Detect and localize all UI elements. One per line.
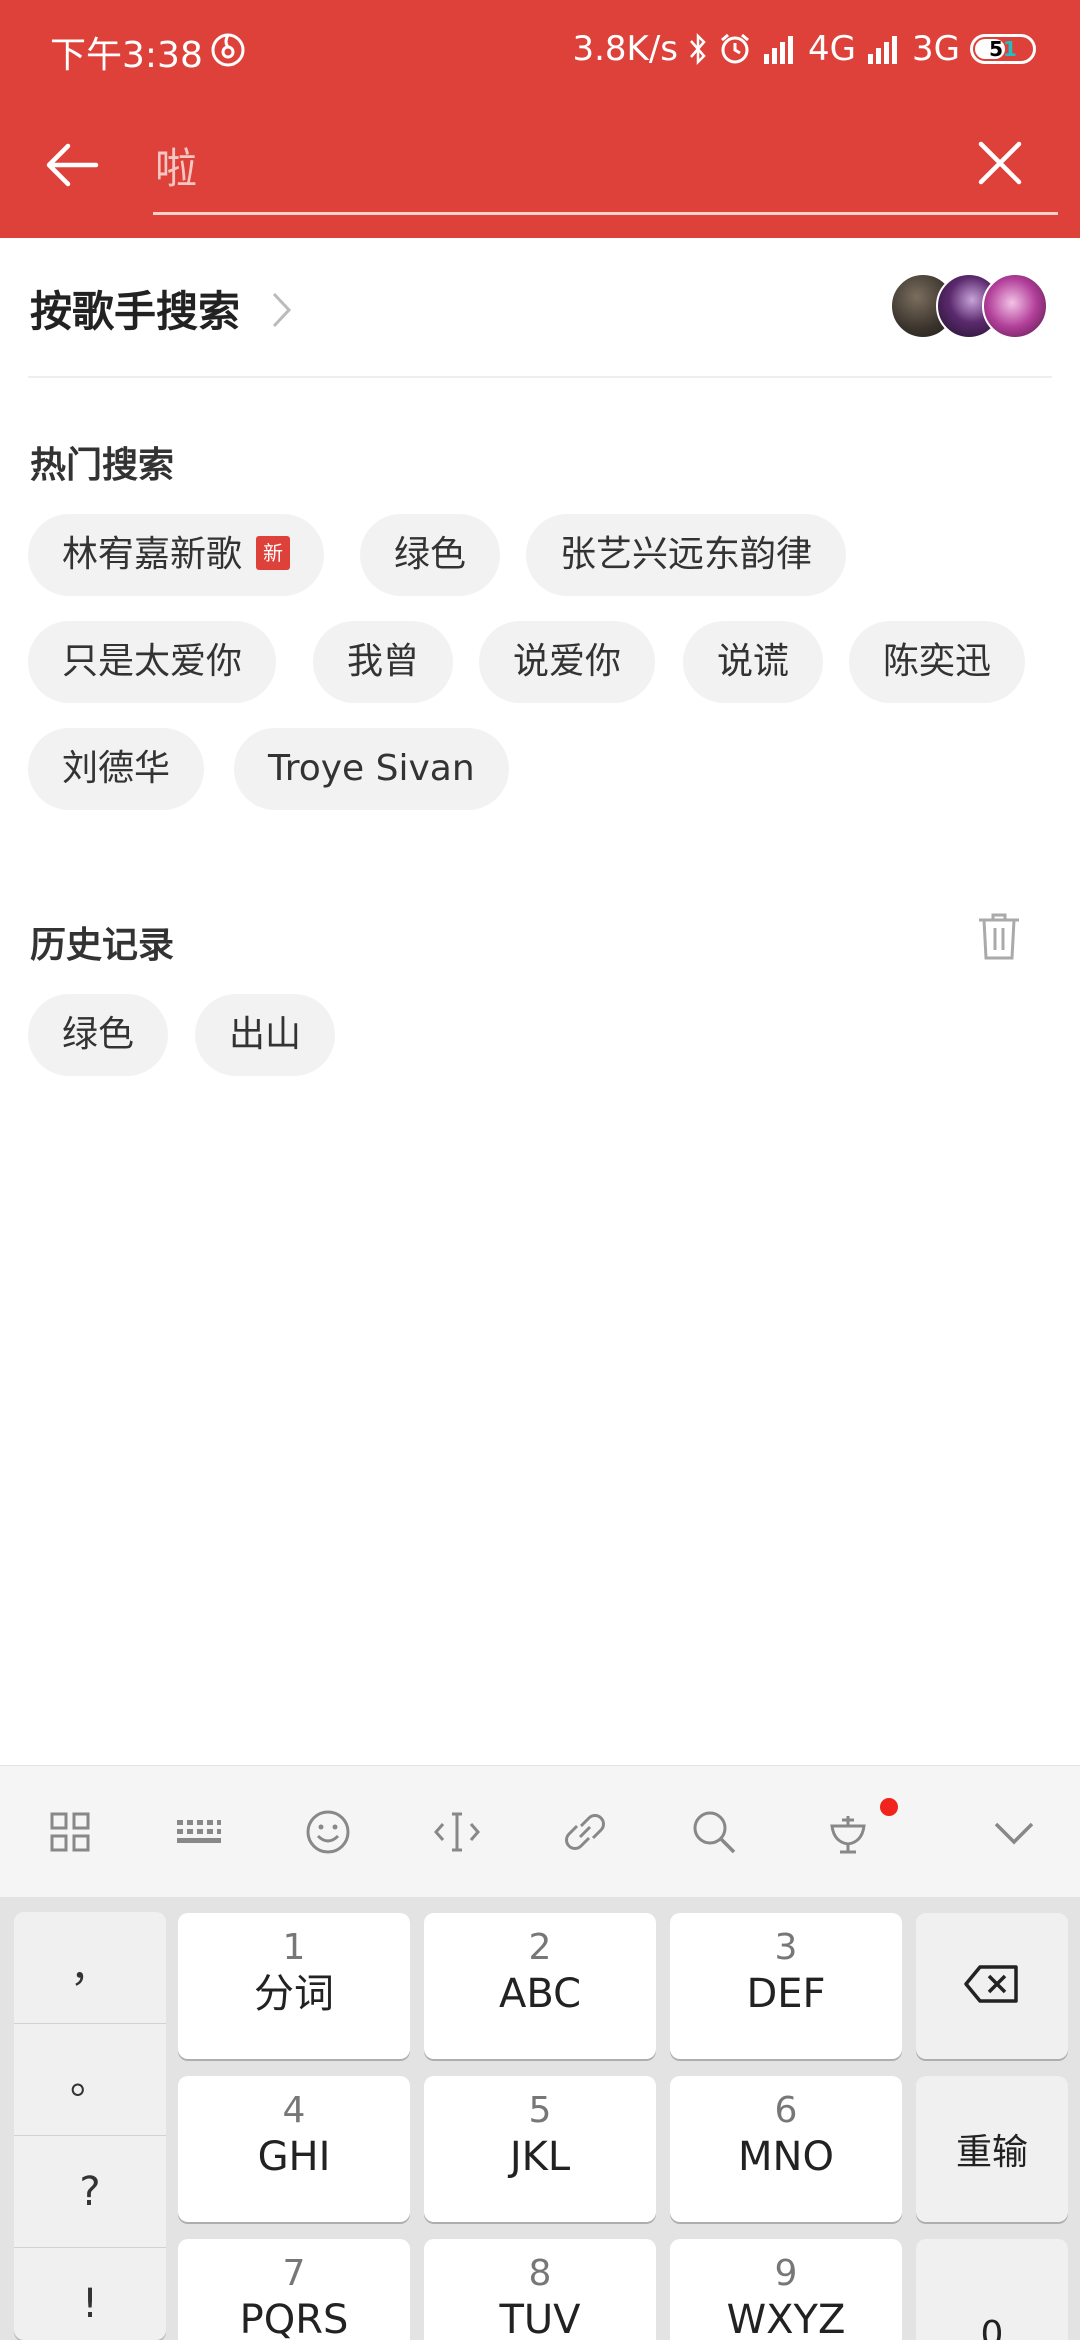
history-tag[interactable]: 出山 [195,994,336,1076]
history-title: 历史记录 [30,925,175,966]
back-arrow-icon[interactable] [40,130,110,200]
clear-icon[interactable] [975,138,1025,188]
hot-tag[interactable]: 绿色 [360,514,501,596]
backspace-icon [964,1965,1018,2003]
status-bar: 下午3:38 3.8K/s 4G 3G 51 [0,0,1080,100]
search-by-singer-row[interactable]: 按歌手搜索 [0,238,1080,378]
hot-search-title: 热门搜索 [30,445,175,486]
app-header: 下午3:38 3.8K/s 4G 3G 51 啦 [0,0,1080,238]
network-type-1: 4G [808,29,857,69]
singer-avatars [890,273,1050,343]
grid-icon[interactable] [40,1802,100,1862]
battery-level: 51 [989,37,1017,61]
key-3[interactable]: 3 DEF [670,1913,902,2059]
search-by-singer-label: 按歌手搜索 [30,287,241,336]
status-indicators: 3.8K/s 4G 3G 51 [572,26,1036,72]
key-5[interactable]: 5 JKL [424,2076,656,2222]
net-speed: 3.8K/s [572,29,679,69]
hot-tag[interactable]: 说谎 [683,621,824,703]
hot-tag[interactable]: Troye Sivan [234,728,509,810]
battery-icon: 51 [970,34,1036,64]
punct-key[interactable]: ， [14,1912,166,2024]
hot-tag[interactable]: 林宥嘉新歌新 [28,514,325,596]
key-0[interactable]: 0 [916,2239,1068,2340]
search-input[interactable] [155,136,915,200]
singer-avatar [982,273,1048,339]
signal-icon-2 [868,36,898,64]
netease-music-icon [211,33,245,67]
keyboard-icon[interactable] [168,1802,228,1862]
hot-tag[interactable]: 张艺兴远东韵律 [526,514,847,596]
cursor-icon[interactable] [427,1802,487,1862]
search-underline [153,212,1058,215]
hot-tag[interactable]: 刘德华 [28,728,205,810]
hot-tag[interactable]: 我曾 [313,621,454,703]
key-8[interactable]: 8 TUV [424,2239,656,2340]
backspace-key[interactable] [916,1913,1068,2059]
status-time: 下午3:38 [50,35,203,76]
trash-icon[interactable] [975,910,1023,962]
punct-key[interactable]: ! [14,2248,166,2340]
history-tag[interactable]: 绿色 [28,994,169,1076]
punct-key[interactable]: ? [14,2136,166,2248]
key-4[interactable]: 4 GHI [178,2076,410,2222]
reset-key[interactable]: 重输 [916,2076,1068,2222]
emoji-icon[interactable] [298,1802,358,1862]
skin-icon[interactable] [818,1802,878,1862]
key-1[interactable]: 1 分词 [178,1913,410,2059]
punctuation-column: ， 。 ? ! [14,1912,166,2340]
new-badge: 新 [256,536,291,570]
hot-tag[interactable]: 陈奕迅 [849,621,1026,703]
alarm-icon [721,33,749,64]
divider [28,376,1052,378]
chevron-right-icon [272,292,292,328]
collapse-icon[interactable] [984,1802,1044,1862]
hot-tag[interactable]: 只是太爱你 [28,621,277,703]
punct-key[interactable]: 。 [14,2024,166,2136]
hot-tag[interactable]: 说爱你 [479,621,656,703]
signal-icon-1 [764,36,794,64]
key-7[interactable]: 7 PQRS [178,2239,410,2340]
notification-dot [880,1798,898,1816]
network-type-2: 3G [912,29,960,69]
key-6[interactable]: 6 MNO [670,2076,902,2222]
bluetooth-icon [690,32,706,66]
link-icon[interactable] [555,1802,615,1862]
key-9[interactable]: 9 WXYZ [670,2239,902,2340]
search-icon[interactable] [684,1802,744,1862]
key-2[interactable]: 2 ABC [424,1913,656,2059]
keyboard-toolbar [0,1765,1080,1897]
